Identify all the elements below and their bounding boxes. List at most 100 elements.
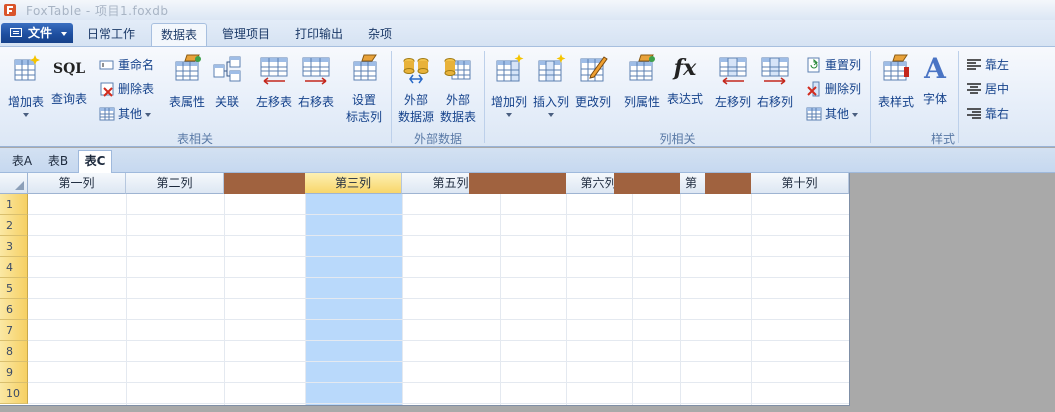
fx-icon: fx: [673, 55, 697, 81]
insert-column-button[interactable]: 插入列: [530, 53, 572, 117]
select-all-corner[interactable]: [0, 173, 28, 194]
set-flag-column-label-2: 标志列: [345, 110, 382, 124]
grid-row-line: [28, 319, 849, 320]
move-column-left-label: 左移列: [714, 95, 751, 109]
table-style-button[interactable]: 表样式: [875, 53, 917, 111]
move-table-right-button[interactable]: 右移表: [296, 53, 336, 111]
data-grid[interactable]: 第一列 第二列 第三列 第五列 第六列 第 第十列 1 2 3 4 5 6 7 8 9 10: [0, 173, 850, 406]
column-properties-icon: [629, 54, 655, 81]
column-properties-label: 列属性: [623, 95, 660, 109]
align-left-button[interactable]: 靠左: [966, 55, 1009, 75]
row-header[interactable]: 3: [0, 236, 28, 257]
expression-button[interactable]: fx 表达式: [664, 53, 706, 108]
redacted-block: [614, 173, 680, 194]
move-table-left-button[interactable]: 左移表: [254, 53, 294, 111]
delete-table-button[interactable]: 删除表: [99, 79, 154, 99]
ribbon-tab-row: 文件 日常工作 数据表 管理项目 打印输出 杂项: [0, 20, 1055, 47]
selected-column-header[interactable]: 第三列: [305, 173, 402, 194]
move-column-left-button[interactable]: 左移列: [713, 53, 753, 111]
chevron-down-icon: [23, 113, 29, 117]
file-menu-button[interactable]: 文件: [1, 23, 73, 43]
set-flag-column-label-1: 设置: [351, 93, 376, 107]
external-data-source-button[interactable]: 外部 数据源: [396, 53, 436, 126]
chevron-down-icon: [506, 113, 512, 117]
align-right-label: 靠右: [985, 107, 1010, 121]
query-table-button[interactable]: SQL 查询表: [48, 53, 90, 108]
row-header[interactable]: 5: [0, 278, 28, 299]
column-header[interactable]: 第一列: [28, 173, 126, 194]
row-header[interactable]: 10: [0, 383, 28, 404]
grid-column-line: [126, 194, 127, 405]
move-column-right-button[interactable]: 右移列: [755, 53, 795, 111]
row-header[interactable]: 7: [0, 320, 28, 341]
row-header[interactable]: 8: [0, 341, 28, 362]
grid-column-line: [500, 194, 501, 405]
add-table-button[interactable]: 增加表: [4, 53, 48, 117]
add-column-label: 增加列: [490, 95, 527, 109]
row-header[interactable]: 6: [0, 299, 28, 320]
insert-column-label: 插入列: [532, 95, 569, 109]
grid-column-line: [632, 194, 633, 405]
column-other-label: 其他: [825, 107, 850, 121]
table-style-label: 表样式: [877, 95, 914, 109]
rename-table-button[interactable]: 重命名: [99, 55, 154, 75]
reset-column-label: 重置列: [825, 58, 862, 72]
align-right-button[interactable]: 靠右: [966, 104, 1009, 124]
change-column-button[interactable]: 更改列: [573, 53, 613, 111]
redacted-block: [469, 173, 566, 194]
add-column-button[interactable]: 增加列: [488, 53, 530, 117]
grid-row-line: [28, 298, 849, 299]
move-left-icon: [260, 57, 288, 85]
sheet-tab-b[interactable]: 表B: [42, 151, 74, 171]
tab-misc[interactable]: 杂项: [359, 23, 401, 46]
grid-row-line: [28, 256, 849, 257]
table-other-dropdown[interactable]: 其他: [99, 104, 152, 124]
external-table-label-1: 外部: [445, 93, 470, 107]
sheet-tab-c[interactable]: 表C: [78, 150, 112, 173]
column-properties-button[interactable]: 列属性: [622, 53, 662, 111]
row-header[interactable]: 9: [0, 362, 28, 383]
delete-table-icon: [100, 82, 114, 97]
relation-button[interactable]: 关联: [210, 53, 244, 111]
row-header[interactable]: 4: [0, 257, 28, 278]
move-column-right-icon: [761, 57, 789, 85]
tab-print-output[interactable]: 打印输出: [286, 23, 352, 46]
column-header[interactable]: 第十列: [751, 173, 849, 194]
chevron-down-icon: [61, 32, 67, 36]
reset-column-button[interactable]: 重置列: [806, 55, 861, 75]
set-flag-column-button[interactable]: 设置 标志列: [344, 53, 384, 126]
selected-column-cells[interactable]: [305, 194, 402, 405]
align-right-icon: [967, 107, 981, 119]
delete-column-button[interactable]: 删除列: [806, 79, 861, 99]
reset-icon: [807, 57, 820, 72]
relation-icon: [213, 56, 241, 82]
font-button[interactable]: A 字体: [918, 53, 952, 108]
external-data-table-button[interactable]: 外部 数据表: [438, 53, 478, 126]
grid-row-line: [28, 235, 849, 236]
column-group-label: 列相关: [659, 132, 696, 146]
align-center-icon: [967, 82, 981, 94]
grid-row-line: [28, 403, 849, 404]
move-table-left-label: 左移表: [255, 95, 292, 109]
tab-manage-project[interactable]: 管理项目: [213, 23, 279, 46]
move-right-icon: [302, 57, 330, 85]
column-header[interactable]: 第二列: [126, 173, 224, 194]
style-group-label: 样式: [930, 132, 955, 146]
tab-data-table[interactable]: 数据表: [151, 23, 207, 47]
tab-daily-work[interactable]: 日常工作: [78, 23, 144, 46]
table-style-icon: [883, 54, 909, 81]
move-table-right-label: 右移表: [297, 95, 334, 109]
row-header[interactable]: 1: [0, 194, 28, 215]
chevron-down-icon: [852, 112, 859, 117]
edit-column-icon: [580, 56, 608, 82]
grid-row-line: [28, 214, 849, 215]
align-center-button[interactable]: 居中: [966, 79, 1009, 99]
relation-label: 关联: [214, 95, 239, 109]
grid-column-line: [680, 194, 681, 405]
grid-column-line: [305, 194, 306, 405]
table-properties-button[interactable]: 表属性: [166, 53, 208, 111]
row-header[interactable]: 2: [0, 215, 28, 236]
column-other-dropdown[interactable]: 其他: [806, 104, 859, 124]
external-source-label-2: 数据源: [397, 110, 434, 124]
sheet-tab-a[interactable]: 表A: [6, 151, 38, 171]
